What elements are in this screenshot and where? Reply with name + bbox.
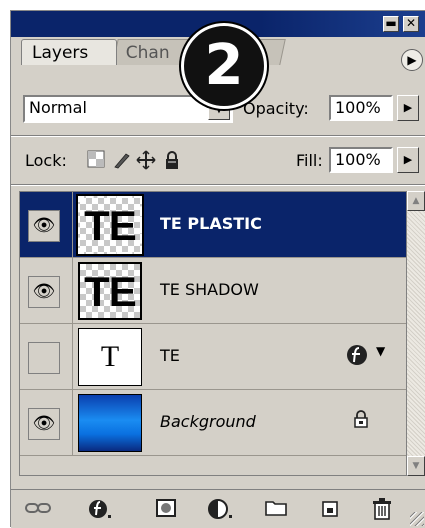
blend-mode-value: Normal (29, 98, 87, 117)
step-number-badge: 2 (181, 23, 267, 109)
layer-effects-icon[interactable] (344, 344, 370, 368)
text-layer-thumbnail[interactable]: T (78, 328, 142, 386)
resize-grip[interactable] (410, 512, 424, 526)
bottom-toolbar (11, 489, 425, 528)
tab-layers-label: Layers (32, 43, 89, 63)
new-layer-icon[interactable] (317, 498, 343, 522)
layer-thumbnail[interactable] (78, 394, 142, 452)
new-group-icon[interactable] (263, 498, 289, 522)
opacity-label: Opacity: (243, 99, 309, 118)
divider (72, 390, 73, 456)
eye-icon: 👁 (32, 281, 56, 302)
visibility-toggle[interactable]: 👁 (28, 408, 60, 440)
fill-field[interactable]: 100% (329, 147, 393, 173)
layer-thumbnail[interactable]: TE (76, 194, 144, 256)
visibility-toggle[interactable]: 👁 (28, 276, 60, 308)
layer-mask-icon[interactable] (153, 498, 179, 522)
scrollbar[interactable]: ▲ ▼ (406, 191, 425, 476)
thumbnail-text: TE (84, 202, 137, 249)
tab-channels-label: Chan (125, 43, 170, 63)
close-button[interactable]: ✕ (403, 16, 419, 32)
play-circle-icon: ▶ (407, 53, 417, 67)
layer-row-background[interactable]: 👁 Background (20, 390, 406, 456)
lock-icon (350, 410, 372, 432)
lock-all-icon[interactable] (161, 150, 183, 172)
opacity-slider-button[interactable]: ▶ (397, 95, 419, 121)
panel-menu-button[interactable]: ▶ (401, 49, 423, 71)
scroll-down-icon[interactable]: ▼ (407, 456, 425, 476)
layer-row-te-plastic[interactable]: 👁 TE TE PLASTIC (20, 192, 406, 258)
layers-list: 👁 TE TE PLASTIC 👁 TE TE SHADOW T TE ▼ 👁 … (19, 191, 407, 476)
minimize-button[interactable]: ▬ (383, 16, 399, 32)
layer-style-icon[interactable] (87, 498, 113, 522)
adjustment-layer-icon[interactable] (207, 498, 233, 522)
layer-name[interactable]: TE SHADOW (160, 280, 259, 299)
layer-name[interactable]: TE (160, 346, 180, 365)
link-layers-icon[interactable] (25, 498, 51, 522)
lock-image-icon[interactable] (111, 150, 133, 172)
expand-effects-icon[interactable]: ▼ (376, 344, 385, 358)
lock-position-icon[interactable] (135, 150, 157, 172)
fill-label: Fill: (296, 151, 323, 170)
divider (72, 324, 73, 390)
divider (72, 192, 73, 258)
layers-panel: ▬ ✕ Chan ns Layers ▶ 2 Normal ▼ Opacity:… (10, 10, 425, 528)
thumbnail-text: TE (84, 268, 137, 315)
divider (11, 184, 425, 186)
fill-slider-button[interactable]: ▶ (397, 147, 419, 173)
visibility-toggle[interactable] (28, 342, 60, 374)
layer-name[interactable]: Background (160, 412, 256, 431)
thumbnail-text: T (100, 340, 120, 373)
layer-row-te[interactable]: T TE ▼ (20, 324, 406, 390)
divider (11, 135, 425, 137)
layer-thumbnail[interactable]: TE (78, 262, 142, 320)
opacity-field[interactable]: 100% (329, 95, 393, 121)
eye-icon: 👁 (32, 215, 56, 236)
divider (72, 258, 73, 324)
layer-row-te-shadow[interactable]: 👁 TE TE SHADOW (20, 258, 406, 324)
layer-name[interactable]: TE PLASTIC (160, 214, 262, 233)
scroll-up-icon[interactable]: ▲ (407, 191, 425, 211)
lock-label: Lock: (25, 151, 67, 170)
trash-icon[interactable] (369, 498, 395, 522)
lock-transparency-icon[interactable] (85, 150, 107, 172)
tab-layers[interactable]: Layers (21, 39, 117, 65)
eye-icon: 👁 (32, 413, 56, 434)
visibility-toggle[interactable]: 👁 (28, 210, 60, 242)
